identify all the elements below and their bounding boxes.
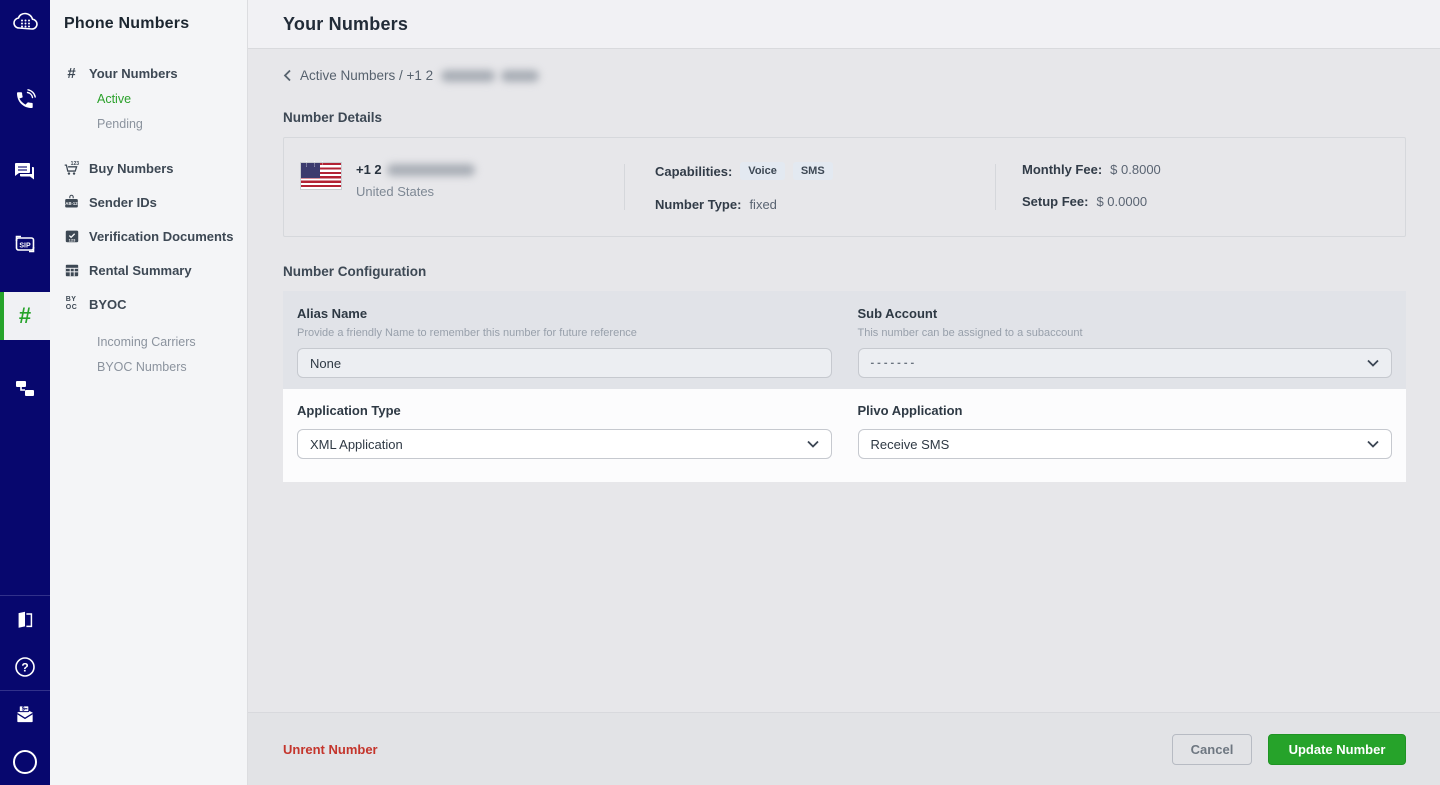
- sub-account-select[interactable]: -------: [858, 348, 1393, 378]
- voice-calls-icon[interactable]: [0, 76, 50, 124]
- sidebar-item-rental-summary[interactable]: Rental Summary: [50, 253, 247, 287]
- capability-badge-sms: SMS: [793, 162, 833, 180]
- page-content: Active Numbers / +1 2 Number Details +1 …: [248, 49, 1440, 712]
- verification-doc-icon: 123: [63, 228, 80, 244]
- chevron-down-icon: [807, 440, 819, 448]
- redacted-number-part: [387, 164, 475, 176]
- sidebar-item-your-numbers[interactable]: # Your Numbers: [50, 60, 247, 86]
- config-row-1: Alias Name Provide a friendly Name to re…: [283, 291, 1406, 389]
- docs-icon[interactable]: [0, 596, 50, 643]
- hash-icon: #: [63, 65, 80, 82]
- byoc-icon: BYOC: [63, 296, 80, 311]
- main-panel: Your Numbers Active Numbers / +1 2 Numbe…: [248, 0, 1440, 785]
- action-footer: Unrent Number Cancel Update Number: [248, 712, 1440, 785]
- phone-number: +1 2: [356, 162, 475, 177]
- app-window: SIP #: [0, 0, 1440, 785]
- sidebar-item-buy-numbers[interactable]: 123 Buy Numbers: [50, 151, 247, 185]
- page-title: Your Numbers: [283, 14, 408, 35]
- page-header: Your Numbers: [248, 0, 1440, 49]
- sidebar-item-incoming-carriers[interactable]: Incoming Carriers: [50, 329, 247, 354]
- sidebar-title: Phone Numbers: [50, 15, 247, 33]
- number-details-card: +1 2 United States Capabilities: Voice S…: [283, 137, 1406, 237]
- alias-name-hint: Provide a friendly Name to remember this…: [297, 327, 832, 339]
- billing-icon[interactable]: $: [0, 691, 50, 738]
- application-type-select[interactable]: XML Application: [297, 429, 832, 459]
- chevron-left-icon: [283, 69, 292, 82]
- sidebar-item-byoc[interactable]: BYOC BYOC: [50, 287, 247, 321]
- sidebar-item-sender-ids[interactable]: AB-12 Sender IDs: [50, 185, 247, 219]
- sidebar-item-active[interactable]: Active: [50, 86, 247, 111]
- account-avatar-icon[interactable]: [0, 738, 50, 785]
- redacted-number-part: [441, 70, 495, 82]
- us-flag-icon: [300, 162, 342, 190]
- cart-icon: 123: [63, 160, 80, 177]
- redacted-number-part: [501, 70, 539, 82]
- unrent-number-link[interactable]: Unrent Number: [283, 742, 378, 757]
- update-number-button[interactable]: Update Number: [1268, 734, 1406, 765]
- chevron-down-icon: [1367, 359, 1379, 367]
- svg-text:SIP: SIP: [19, 243, 31, 250]
- capabilities-row: Capabilities: Voice SMS: [655, 162, 995, 180]
- sip-trunking-icon[interactable]: SIP: [0, 220, 50, 268]
- table-icon: [63, 263, 80, 278]
- alias-name-input[interactable]: [297, 348, 832, 378]
- svg-text:$: $: [22, 707, 25, 713]
- sidebar-item-verification-documents[interactable]: 123 Verification Documents: [50, 219, 247, 253]
- id-badge-icon: AB-12: [63, 194, 80, 210]
- phone-numbers-icon[interactable]: #: [0, 292, 50, 340]
- help-icon[interactable]: ?: [0, 643, 50, 690]
- application-type-label: Application Type: [297, 403, 832, 418]
- chevron-down-icon: [1367, 440, 1379, 448]
- setup-fee-row: Setup Fee: $ 0.0000: [1022, 194, 1161, 209]
- alias-name-label: Alias Name: [297, 306, 832, 321]
- breadcrumb[interactable]: Active Numbers / +1 2: [283, 68, 1406, 83]
- svg-text:?: ?: [21, 660, 28, 674]
- number-type-row: Number Type: fixed: [655, 197, 995, 212]
- sidebar-item-pending[interactable]: Pending: [50, 111, 247, 136]
- svg-text:123: 123: [68, 237, 75, 242]
- cancel-button[interactable]: Cancel: [1172, 734, 1252, 765]
- monthly-fee-row: Monthly Fee: $ 0.8000: [1022, 162, 1161, 177]
- number-details-heading: Number Details: [283, 110, 1406, 125]
- plivo-application-label: Plivo Application: [858, 403, 1393, 418]
- plivo-application-select[interactable]: Receive SMS: [858, 429, 1393, 459]
- messaging-icon[interactable]: [0, 148, 50, 196]
- config-row-2: Application Type XML Application Plivo A…: [283, 389, 1406, 482]
- primary-icon-rail: SIP #: [0, 0, 50, 785]
- country-label: United States: [356, 184, 475, 199]
- svg-text:AB-12: AB-12: [65, 201, 78, 206]
- plivo-logo-icon[interactable]: [0, 0, 50, 46]
- phone-numbers-sidebar: Phone Numbers # Your Numbers Active Pend…: [50, 0, 248, 785]
- sidebar-item-byoc-numbers[interactable]: BYOC Numbers: [50, 354, 247, 379]
- rail-bottom-group: ? $: [0, 595, 50, 785]
- breadcrumb-text: Active Numbers / +1 2: [300, 68, 433, 83]
- workflow-icon[interactable]: [0, 364, 50, 412]
- sub-account-hint: This number can be assigned to a subacco…: [858, 327, 1393, 339]
- number-configuration-heading: Number Configuration: [283, 264, 1406, 279]
- sub-account-label: Sub Account: [858, 306, 1393, 321]
- capability-badge-voice: Voice: [740, 162, 785, 180]
